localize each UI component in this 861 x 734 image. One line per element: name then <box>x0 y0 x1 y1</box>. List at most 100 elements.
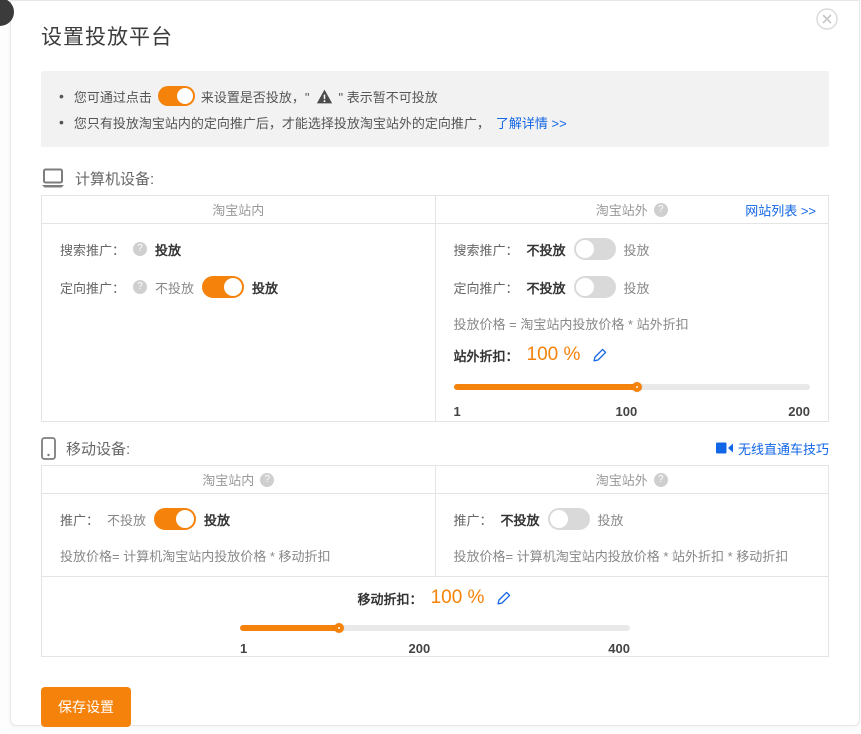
computer-table: 淘宝站内 淘宝站外 ? 网站列表 >> 搜索推广： ? 投放 <box>41 195 829 422</box>
onsite-targeted-toggle[interactable] <box>202 276 244 298</box>
toggle-knob <box>177 88 193 104</box>
row-label: 搜索推广： <box>60 240 125 259</box>
header-taobao-offsite: 淘宝站外 ? 网站列表 >> <box>435 196 829 223</box>
notice-text: 您只有投放淘宝站内的定向推广后，才能选择投放淘宝站外的定向推广， <box>74 113 490 132</box>
example-toggle <box>158 86 195 106</box>
computer-onsite-cell: 搜索推广： ? 投放 定向推广： ? 不投放 投放 <box>42 224 435 421</box>
header-label: 淘宝站内 <box>212 200 264 219</box>
offsite-targeted-toggle[interactable] <box>574 276 616 298</box>
edit-pencil-icon[interactable] <box>592 347 608 363</box>
mobile-section-header: 移动设备: 无线直通车技巧 <box>41 435 829 461</box>
tick-min: 1 <box>454 404 461 419</box>
close-icon <box>816 8 838 30</box>
state-on-label: 投放 <box>624 240 650 259</box>
row-label: 推广： <box>60 510 99 529</box>
header-label: 淘宝站外 <box>596 200 648 219</box>
onsite-search-row: 搜索推广： ? 投放 <box>60 230 417 268</box>
page-background: 设置投放平台 • 您可通过点击 来设置是否投放，" " 表示暂不可投放 • <box>0 0 861 734</box>
help-icon[interactable]: ? <box>654 203 668 217</box>
close-button[interactable] <box>816 8 838 30</box>
video-tips-link[interactable]: 无线直通车技巧 <box>716 439 829 458</box>
state-off-label: 不投放 <box>501 510 540 529</box>
toggle-knob <box>176 510 194 528</box>
help-icon[interactable]: ? <box>133 280 147 294</box>
row-label: 定向推广： <box>60 278 125 297</box>
mobile-phone-icon <box>41 437 56 460</box>
bullet-dot: • <box>59 114 64 130</box>
mobile-table: 淘宝站内 ? 淘宝站外 ? 推广： 不投放 投放 <box>41 465 829 657</box>
notice-text: 您可通过点击 <box>74 87 152 106</box>
offsite-targeted-row: 定向推广： 不投放 投放 <box>454 268 811 306</box>
state-on-label: 投放 <box>598 510 624 529</box>
tick-mid: 100 <box>616 404 638 419</box>
help-icon[interactable]: ? <box>654 473 668 487</box>
settings-dialog: 设置投放平台 • 您可通过点击 来设置是否投放，" " 表示暂不可投放 • <box>10 0 860 726</box>
computer-offsite-cell: 搜索推广： 不投放 投放 定向推广： 不投放 投放 投放价格 = 淘宝站内投放价… <box>435 224 829 421</box>
mobile-discount-slider-wrap: 1 200 400 <box>240 619 630 659</box>
toggle-knob <box>224 278 242 296</box>
state-off-label: 不投放 <box>155 278 194 297</box>
slider-ticks: 1 200 400 <box>240 641 630 659</box>
row-label: 定向推广： <box>454 278 519 297</box>
offsite-price-formula: 投放价格 = 淘宝站内投放价格 * 站外折扣 <box>454 312 811 334</box>
mobile-offsite-formula: 投放价格= 计算机淘宝站内投放价格 * 站外折扣 * 移动折扣 <box>454 544 811 566</box>
discount-value: 100 % <box>527 344 581 366</box>
state-off-label: 不投放 <box>527 278 566 297</box>
tick-mid: 200 <box>409 641 431 656</box>
mobile-onsite-formula: 投放价格= 计算机淘宝站内投放价格 * 移动折扣 <box>60 544 417 566</box>
row-label: 推广： <box>454 510 493 529</box>
notice-box: • 您可通过点击 来设置是否投放，" " 表示暂不可投放 • 您只有投放淘宝站内… <box>41 71 829 147</box>
state-off-label: 不投放 <box>527 240 566 259</box>
slider-fill <box>454 384 638 390</box>
learn-more-link[interactable]: 了解详情 >> <box>496 113 567 132</box>
warning-icon <box>316 89 333 104</box>
slider-ticks: 1 100 200 <box>454 404 811 422</box>
slider-track[interactable] <box>240 625 630 631</box>
discount-label: 移动折扣： <box>358 589 423 608</box>
tick-max: 400 <box>608 641 630 656</box>
header-label: 淘宝站外 <box>596 470 648 489</box>
mobile-offsite-toggle[interactable] <box>548 508 590 530</box>
toggle-knob <box>576 278 594 296</box>
bullet-dot: • <box>59 88 64 104</box>
help-icon[interactable]: ? <box>133 242 147 256</box>
mobile-onsite-promo-row: 推广： 不投放 投放 <box>60 500 417 538</box>
state-on-label: 投放 <box>204 510 230 529</box>
notice-line-2: • 您只有投放淘宝站内的定向推广后，才能选择投放淘宝站外的定向推广， 了解详情 … <box>59 109 811 135</box>
notice-text: " 表示暂不可投放 <box>339 87 438 106</box>
mobile-onsite-cell: 推广： 不投放 投放 投放价格= 计算机淘宝站内投放价格 * 移动折扣 <box>42 494 435 576</box>
video-camera-icon <box>716 442 733 454</box>
help-icon[interactable]: ? <box>260 473 274 487</box>
mobile-discount-slider[interactable] <box>240 619 630 637</box>
mobile-onsite-toggle[interactable] <box>154 508 196 530</box>
header-taobao-onsite: 淘宝站内 ? <box>42 466 435 493</box>
computer-table-header: 淘宝站内 淘宝站外 ? 网站列表 >> <box>42 196 828 224</box>
slider-handle[interactable] <box>334 623 344 633</box>
toggle-knob <box>576 240 594 258</box>
offsite-discount-row: 站外折扣： 100 % <box>454 340 811 370</box>
computer-section-header: 计算机设备: <box>41 165 829 191</box>
video-tips-link-text[interactable]: 无线直通车技巧 <box>738 439 829 458</box>
offsite-discount-slider[interactable] <box>454 378 811 396</box>
notice-line-1: • 您可通过点击 来设置是否投放，" " 表示暂不可投放 <box>59 83 811 109</box>
tick-max: 200 <box>788 404 810 419</box>
state-off-label: 不投放 <box>107 510 146 529</box>
edit-pencil-icon[interactable] <box>496 590 512 606</box>
mobile-discount-section: 移动折扣： 100 % <box>42 576 828 656</box>
state-on-label: 投放 <box>624 278 650 297</box>
discount-label: 站外折扣： <box>454 346 519 365</box>
mobile-table-header: 淘宝站内 ? 淘宝站外 ? <box>42 466 828 494</box>
slider-fill <box>240 625 339 631</box>
site-list-link[interactable]: 网站列表 >> <box>745 200 816 219</box>
mobile-offsite-promo-row: 推广： 不投放 投放 <box>454 500 811 538</box>
notice-text: 来设置是否投放，" <box>201 87 310 106</box>
discount-value: 100 % <box>431 587 485 609</box>
save-settings-button[interactable]: 保存设置 <box>41 687 131 727</box>
row-label: 搜索推广： <box>454 240 519 259</box>
section-label-mobile: 移动设备: <box>66 438 130 459</box>
section-label-computer: 计算机设备: <box>75 168 154 189</box>
page-title: 设置投放平台 <box>41 21 829 51</box>
slider-handle[interactable] <box>632 382 642 392</box>
offsite-search-toggle[interactable] <box>574 238 616 260</box>
state-on-label: 投放 <box>155 240 181 259</box>
